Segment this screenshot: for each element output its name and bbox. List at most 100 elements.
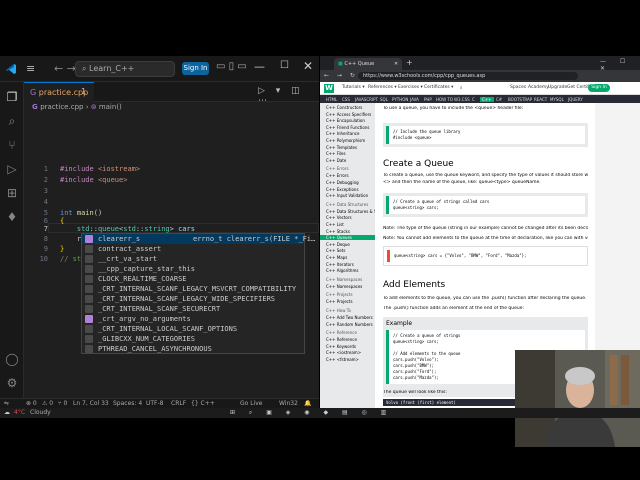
- sidebar-item[interactable]: C++ <fstream>: [326, 357, 359, 362]
- sidebar-item[interactable]: C++ Vectors: [326, 215, 352, 220]
- editor-actions-icons[interactable]: ▷ ▾ ◫ ⋯: [258, 86, 319, 106]
- sidebar-item[interactable]: C++ Friend Functions: [326, 125, 369, 130]
- sidebar-item[interactable]: C++ Data Structures & STL: [326, 209, 381, 214]
- tab-close-icon[interactable]: 1: [81, 87, 86, 96]
- sidebar-item[interactable]: C++ <iostream>: [326, 350, 361, 355]
- suggestion-item[interactable]: _CRT_INTERNAL_SCANF_LEGACY_WIDE_SPECIFIE…: [82, 294, 304, 304]
- sidebar-item[interactable]: C++ Deque: [326, 242, 350, 247]
- url-input[interactable]: https://www.w3schools.com/cpp/cpp_queues…: [358, 72, 578, 80]
- sidebar-item[interactable]: C++ List: [326, 222, 344, 227]
- warnings-count[interactable]: ⚠ 0: [42, 400, 53, 407]
- minimize-icon[interactable]: —: [254, 60, 265, 73]
- menu-icon[interactable]: ≡: [26, 62, 36, 75]
- nav-references[interactable]: References ▾: [368, 85, 397, 90]
- subnav-w3css[interactable]: W3.CSS: [454, 97, 470, 102]
- subnav-sql[interactable]: SQL: [380, 97, 388, 102]
- sign-in-button[interactable]: Sign In: [588, 84, 610, 92]
- nav-arrows-icon[interactable]: ← →: [54, 62, 76, 75]
- suggestion-item[interactable]: CLOCK_REALTIME_COARSE: [82, 274, 304, 284]
- sidebar-item[interactable]: C++ Namespaces: [326, 284, 362, 289]
- settings-gear-icon[interactable]: ⚙: [5, 376, 19, 390]
- subnav-c[interactable]: C: [472, 97, 475, 102]
- suggestion-item[interactable]: _CRT_INTERNAL_SCANF_LEGACY_MSVCRT_COMPAT…: [82, 284, 304, 294]
- sidebar-item[interactable]: C++ Exceptions: [326, 187, 359, 192]
- sidebar-item[interactable]: C++ Access Specifiers: [326, 112, 371, 117]
- tab-practice-cpp[interactable]: G practice.cpp 1: [24, 82, 94, 102]
- sidebar-item[interactable]: C++ Debugging: [326, 180, 359, 185]
- subnav-howto[interactable]: HOW TO: [436, 97, 453, 102]
- sidebar-item[interactable]: C++ Polymorphism: [326, 138, 365, 143]
- sidebar-item[interactable]: C++ Queues: [320, 235, 375, 241]
- nav-spaces[interactable]: Spaces: [510, 85, 526, 90]
- nav-academy[interactable]: Academy: [528, 85, 549, 90]
- browser-tab[interactable]: ■ C++ Queue ✕: [334, 58, 402, 70]
- suggestion-item[interactable]: contract_assert: [82, 244, 304, 254]
- subnav-mysql[interactable]: MYSQL: [550, 97, 564, 102]
- run-debug-icon[interactable]: ▷: [5, 162, 19, 176]
- sidebar-item[interactable]: C++ Iterators: [326, 262, 354, 267]
- go-live-button[interactable]: Go Live: [240, 400, 262, 407]
- extensions-icon[interactable]: ⊞: [5, 186, 19, 200]
- sidebar-item[interactable]: C++ Encapsulation: [326, 118, 365, 123]
- back-forward-reload-icons[interactable]: ← → ↻: [324, 72, 358, 79]
- sidebar-item[interactable]: C++ Templates: [326, 145, 357, 150]
- maximize-icon[interactable]: ☐: [280, 60, 289, 71]
- nav-certificates[interactable]: Certificates ▾: [424, 85, 453, 90]
- suggestion-item[interactable]: PTHREAD_CANCEL_ASYNCHRONOUS: [82, 344, 304, 354]
- w3schools-logo-icon[interactable]: W: [324, 84, 334, 93]
- subnav-react[interactable]: REACT: [534, 97, 547, 102]
- new-tab-icon[interactable]: +: [406, 58, 413, 67]
- nav-upgrade[interactable]: Upgrade: [548, 85, 567, 90]
- sidebar-item[interactable]: C++ Algorithms: [326, 268, 358, 273]
- sidebar-item[interactable]: C++ Date: [326, 158, 346, 163]
- command-search[interactable]: ⌕ Learn_C++: [75, 61, 175, 77]
- line-ending[interactable]: CRLF: [171, 400, 186, 407]
- sidebar-item[interactable]: C++ Sets: [326, 248, 345, 253]
- python-icon[interactable]: ♦: [5, 210, 19, 224]
- remote-icon[interactable]: ⇋: [4, 400, 9, 407]
- notifications-icon[interactable]: 🔔: [304, 400, 311, 407]
- tab-close-icon[interactable]: ✕: [394, 61, 398, 67]
- subnav-html[interactable]: HTML: [326, 97, 337, 102]
- close-icon[interactable]: ✕: [303, 59, 313, 73]
- weather-icon[interactable]: ☁: [4, 409, 10, 416]
- sidebar-item[interactable]: C++ Keywords: [326, 344, 356, 349]
- account-icon[interactable]: ◯: [5, 352, 19, 366]
- language-mode[interactable]: {} C++: [191, 400, 215, 407]
- suggestion-item[interactable]: _CRT_INTERNAL_LOCAL_SCANF_OPTIONS: [82, 324, 304, 334]
- sidebar-item[interactable]: C++ Files: [326, 151, 346, 156]
- ports-count[interactable]: ⑂ 0: [58, 400, 67, 407]
- suggestion-item[interactable]: _CRT_INTERNAL_SCANF_SECURECRT: [82, 304, 304, 314]
- taskbar-app-icons[interactable]: ⊞ ⌕ ▣ ◈ ◉ ◆ ▤ ◎ ▥: [230, 409, 392, 417]
- suggestion-item[interactable]: _crt_argv_no_arguments: [82, 314, 304, 324]
- sidebar-item[interactable]: C++ Random Numbers: [326, 322, 373, 327]
- sign-in-button[interactable]: Sign In: [182, 62, 209, 75]
- subnav-bootstrap[interactable]: BOOTSTRAP: [508, 97, 532, 102]
- search-icon[interactable]: ⌕: [460, 85, 463, 91]
- nav-exercises[interactable]: Exercises ▾: [398, 85, 423, 90]
- cursor-position[interactable]: Ln 7, Col 33: [73, 400, 109, 407]
- sidebar-item[interactable]: C++ Input Validation: [326, 193, 368, 198]
- sidebar-item[interactable]: C++ Stacks: [326, 229, 350, 234]
- sidebar-item[interactable]: C++ Maps: [326, 255, 347, 260]
- subnav-csharp[interactable]: C#: [496, 97, 502, 102]
- suggestion-item[interactable]: __cpp_capture_star_this: [82, 264, 304, 274]
- subnav-css[interactable]: CSS: [342, 97, 350, 102]
- encoding[interactable]: UTF-8: [146, 400, 164, 407]
- sidebar-item[interactable]: C++ Projects: [326, 299, 353, 304]
- subnav-javascript[interactable]: JAVASCRIPT: [355, 97, 378, 102]
- layout-icons[interactable]: ▭ ▯ ▭: [216, 61, 247, 72]
- sidebar-item[interactable]: C++ Reference: [326, 337, 357, 342]
- nav-tutorials[interactable]: Tutorials ▾: [342, 85, 365, 90]
- errors-count[interactable]: ⊗ 0: [26, 400, 37, 407]
- sidebar-item[interactable]: C++ Constructors: [326, 105, 362, 110]
- subnav-cpp[interactable]: C++: [480, 97, 494, 102]
- suggestion-item[interactable]: __crt_va_start: [82, 254, 304, 264]
- sidebar-item[interactable]: C++ Inheritance: [326, 131, 359, 136]
- subnav-jquery[interactable]: JQUERY: [568, 97, 583, 102]
- source-control-icon[interactable]: ⑂: [5, 138, 19, 152]
- platform[interactable]: Win32: [279, 400, 298, 407]
- search-icon[interactable]: ⌕: [5, 114, 19, 128]
- sidebar-item[interactable]: C++ Add Two Numbers: [326, 315, 373, 320]
- explorer-icon[interactable]: ❐: [5, 90, 19, 104]
